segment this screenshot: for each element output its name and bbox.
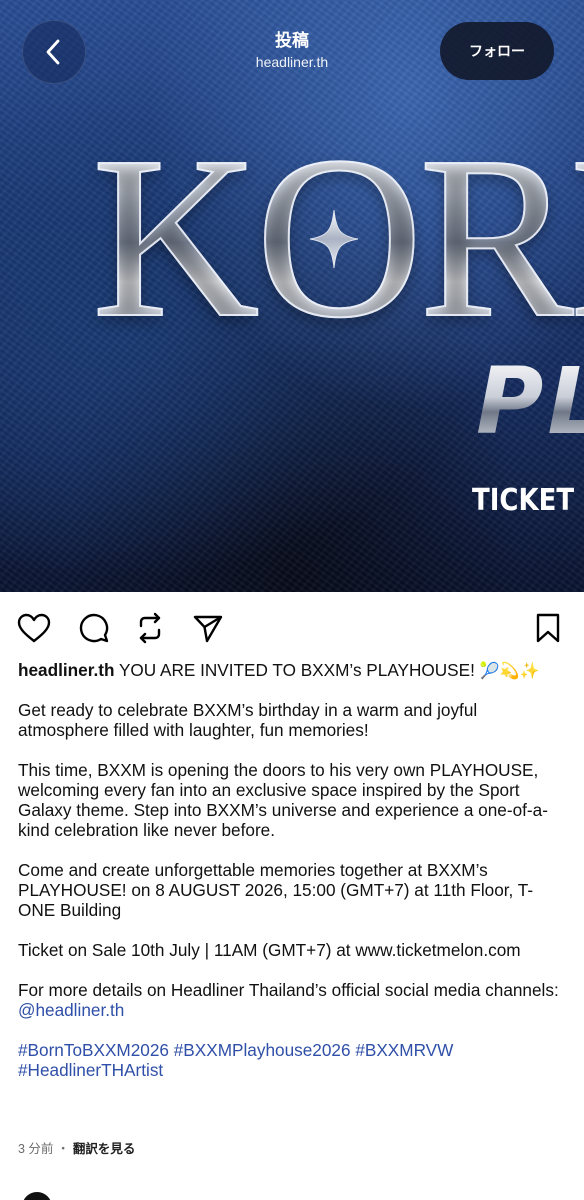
caption-paragraph-1: Get ready to celebrate BXXM’s birthday i… [18,700,478,740]
caption-username[interactable]: headliner.th [18,660,114,680]
hashtag-link[interactable]: #HeadlinerTHArtist [18,1060,163,1080]
post-caption: headliner.th YOU ARE INVITED TO BXXM’s P… [18,660,570,1090]
hashtag-link[interactable]: #BXXMRVW [355,1040,453,1060]
caption-paragraph-5-text: For more details on Headliner Thailand’s… [18,980,559,1000]
sparkle-star-icon [309,209,359,269]
caption-paragraph-5: For more details on Headliner Thailand’s… [18,980,570,1020]
hashtag-link[interactable]: #BornToBXXM2026 [18,1040,169,1060]
hashtag-link[interactable]: #BXXMPlayhouse2026 [174,1040,351,1060]
action-bar [0,600,584,656]
repost-icon [139,612,161,644]
header: 投稿 headliner.th [192,30,392,72]
account-name[interactable]: headliner.th [192,52,392,72]
bookmark-icon [536,613,560,643]
comment-icon [79,613,109,643]
comment-button[interactable] [76,610,112,646]
caption-paragraph-2: This time, BXXM is opening the doors to … [18,760,548,840]
heart-icon [17,613,51,643]
meta-separator: ・ [56,1142,70,1156]
share-button[interactable] [190,610,226,646]
page-title: 投稿 [275,31,309,50]
image-subtitle-text: PLAYHOUSE [476,352,584,452]
like-button[interactable] [16,610,52,646]
caption-headline-text: YOU ARE INVITED TO BXXM’s PLAYHOUSE! [118,660,475,680]
caption-emojis: 🎾💫✨ [479,661,540,680]
caption-paragraph-3: Come and create unforgettable memories t… [18,860,534,920]
avatar[interactable] [22,1192,52,1200]
post-meta: 3 分前 ・ 翻訳を見る [18,1138,135,1157]
post-image[interactable]: KORN PLAYHOUSE TICKET ON SALE [0,0,584,592]
repost-button[interactable] [132,610,168,646]
hashtag-list: #BornToBXXM2026 #BXXMPlayhouse2026 #BXXM… [18,1040,570,1080]
follow-button[interactable]: フォロー [440,22,554,80]
chevron-left-icon [46,39,60,65]
save-button[interactable] [530,610,566,646]
timestamp: 3 分前 [18,1142,54,1156]
mention-link[interactable]: @headliner.th [18,1000,124,1020]
share-icon [193,615,223,643]
back-button[interactable] [22,20,86,84]
caption-paragraph-4: Ticket on Sale 10th July | 11AM (GMT+7) … [18,940,521,960]
image-ticket-text: TICKET ON SALE [472,483,584,519]
translate-link[interactable]: 翻訳を見る [73,1142,136,1156]
caption-headline: headliner.th YOU ARE INVITED TO BXXM’s P… [18,660,570,681]
